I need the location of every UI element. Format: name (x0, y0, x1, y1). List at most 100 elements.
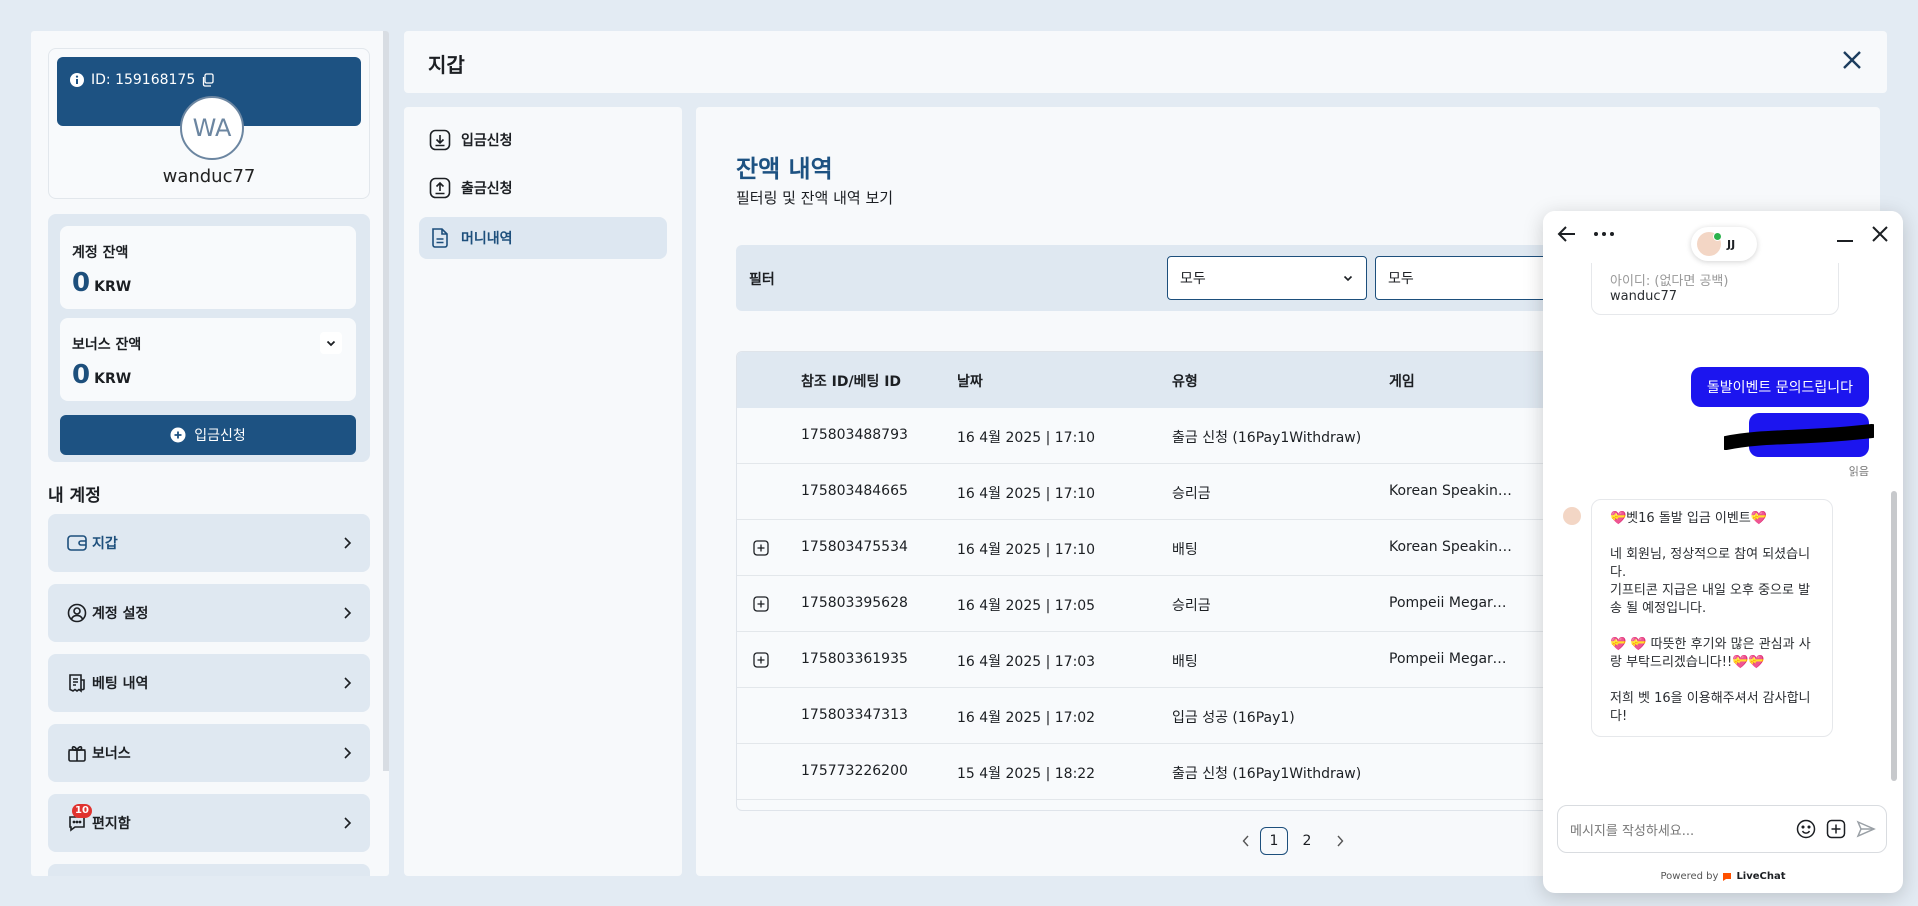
minimize-icon[interactable] (1835, 227, 1855, 245)
chevron-down-icon[interactable] (320, 332, 342, 354)
send-icon[interactable] (1856, 819, 1876, 839)
profile-id: ID: 159168175 (69, 72, 215, 88)
cell-game: Pompeii Megare… (1389, 651, 1514, 667)
chat-icon: 10 (66, 804, 92, 834)
sidebar-item-label: 지갑 (92, 536, 118, 552)
cell-ref-id: 175803475534 (801, 539, 908, 555)
livechat-widget: JJ 아이디: (없다면 공백) wanduc77 돌발이벤트 문의드립니다 읽… (1543, 211, 1903, 893)
filter-select-1[interactable]: 모두 (1167, 256, 1367, 300)
message-paragraph: 기프티콘 지급은 내일 오후 중으로 발송 될 예정입니다. (1610, 583, 1811, 616)
chevron-right-icon (342, 536, 352, 550)
cell-game: Pompeii Megare… (1389, 595, 1514, 611)
cell-type: 배팅 (1172, 654, 1198, 670)
cell-type: 출금 신청 (16Pay1Withdraw) (1172, 766, 1362, 782)
section-subtitle: 필터링 및 잔액 내역 보기 (736, 189, 894, 207)
plus-circle-icon (170, 427, 186, 443)
menu-item-label: 머니내역 (461, 231, 513, 247)
emoji-icon[interactable] (1796, 819, 1816, 839)
expand-row-icon[interactable] (753, 540, 769, 556)
bonus-balance-currency: KRW (94, 371, 132, 387)
next-page-icon[interactable] (1326, 827, 1354, 855)
filter-label: 필터 (749, 272, 775, 288)
cell-date: 16 4월 2025 | 17:10 (957, 486, 1096, 502)
agent-initials: JJ (1727, 237, 1736, 251)
account-balance-currency: KRW (94, 279, 132, 295)
menu-item-deposit[interactable]: 입금신청 (419, 119, 667, 161)
expand-row-icon[interactable] (753, 596, 769, 612)
sidebar-item-next[interactable] (48, 864, 370, 876)
close-icon[interactable] (1841, 49, 1863, 71)
sidebar-item-betting-history[interactable]: 베팅 내역 (48, 654, 370, 712)
message-line: 아이디: (없다면 공백) (1610, 274, 1729, 289)
filter-select-value: 모두 (1180, 271, 1206, 287)
column-header-date: 날짜 (957, 374, 983, 390)
sidebar-item-label: 계정 설정 (92, 606, 149, 622)
chevron-right-icon (342, 606, 352, 620)
powered-by: Powered by LiveChat (1543, 871, 1903, 882)
page-title: 지갑 (428, 53, 465, 77)
cell-ref-id: 175803484665 (801, 483, 908, 499)
message-paragraph: 💝 💝 따뜻한 후기와 많은 관심과 사랑 부탁드리겠습니다!!💝💝 (1610, 637, 1811, 670)
livechat-logo-icon (1722, 872, 1732, 882)
sidebar-item-label: 보너스 (92, 746, 131, 762)
user-message: 돌발이벤트 문의드립니다 (1690, 367, 1869, 407)
message-title: 💝벳16 돌발 입금 이벤트💝 (1610, 511, 1767, 526)
expand-row-icon[interactable] (753, 652, 769, 668)
bonus-balance-label: 보너스 잔액 (72, 337, 142, 353)
bonus-balance-card: 보너스 잔액 0 KRW (60, 318, 356, 401)
cell-game: Korean Speakin… (1389, 539, 1512, 555)
cell-ref-id: 175803488793 (801, 427, 908, 443)
agent-pill: JJ (1691, 227, 1757, 261)
sidebar-item-inbox[interactable]: 10 편지함 (48, 794, 370, 852)
prev-page-icon[interactable] (1232, 827, 1260, 855)
cell-date: 16 4월 2025 | 17:10 (957, 542, 1096, 558)
cell-type: 출금 신청 (16Pay1Withdraw) (1172, 430, 1362, 446)
cell-type: 승리금 (1172, 598, 1211, 614)
sidebar-item-account-settings[interactable]: 계정 설정 (48, 584, 370, 642)
chevron-right-icon (342, 676, 352, 690)
sidebar-scrollbar[interactable] (383, 31, 389, 771)
menu-item-withdraw[interactable]: 출금신청 (419, 167, 667, 209)
chevron-right-icon (342, 746, 352, 760)
cell-date: 16 4월 2025 | 17:02 (957, 710, 1096, 726)
chat-scrollbar[interactable] (1891, 491, 1897, 781)
sidebar-item-wallet[interactable]: 지갑 (48, 514, 370, 572)
message-line: wanduc77 (1610, 289, 1678, 304)
account-balance-label: 계정 잔액 (72, 245, 129, 261)
chevron-down-icon (1342, 272, 1354, 284)
cell-ref-id: 175803347313 (801, 707, 908, 723)
agent-avatar (1697, 232, 1722, 256)
copy-icon[interactable] (201, 73, 215, 87)
cell-game: Korean Speakin… (1389, 483, 1512, 499)
download-icon (429, 129, 451, 151)
account-balance-value: 0 (72, 268, 91, 298)
sidebar-item-label: 편지함 (92, 816, 131, 832)
info-icon (69, 72, 85, 88)
menu-item-money-history[interactable]: 머니내역 (419, 217, 667, 259)
livechat-brand[interactable]: LiveChat (1736, 871, 1785, 882)
upload-icon (429, 177, 451, 199)
sidebar-item-bonus[interactable]: 보너스 (48, 724, 370, 782)
powered-by-text: Powered by (1660, 871, 1719, 882)
user-message-redacted (1724, 413, 1874, 457)
menu-item-label: 출금신청 (461, 181, 513, 197)
deposit-button[interactable]: 입금신청 (60, 415, 356, 455)
more-options-icon[interactable] (1593, 225, 1615, 243)
gift-icon (66, 742, 88, 764)
page-button[interactable]: 2 (1293, 827, 1321, 855)
page-button-current[interactable]: 1 (1260, 827, 1288, 855)
close-icon[interactable] (1871, 225, 1889, 243)
cell-ref-id: 175803395628 (801, 595, 908, 611)
message-input[interactable]: 메시지를 작성하세요... (1557, 805, 1887, 853)
wallet-icon (66, 532, 88, 554)
message-input-placeholder: 메시지를 작성하세요... (1570, 823, 1695, 839)
cell-type: 배팅 (1172, 542, 1198, 558)
attach-plus-icon[interactable] (1826, 819, 1846, 839)
cell-date: 16 4월 2025 | 17:03 (957, 654, 1096, 670)
menu-item-label: 입금신청 (461, 133, 513, 149)
column-header-ref: 참조 ID/베팅 ID (801, 374, 902, 390)
chat-messages: 아이디: (없다면 공백) wanduc77 돌발이벤트 문의드립니다 읽음 💝… (1543, 253, 1903, 813)
back-arrow-icon[interactable] (1557, 225, 1577, 243)
receipt-icon (66, 672, 88, 694)
cell-type: 승리금 (1172, 486, 1211, 502)
